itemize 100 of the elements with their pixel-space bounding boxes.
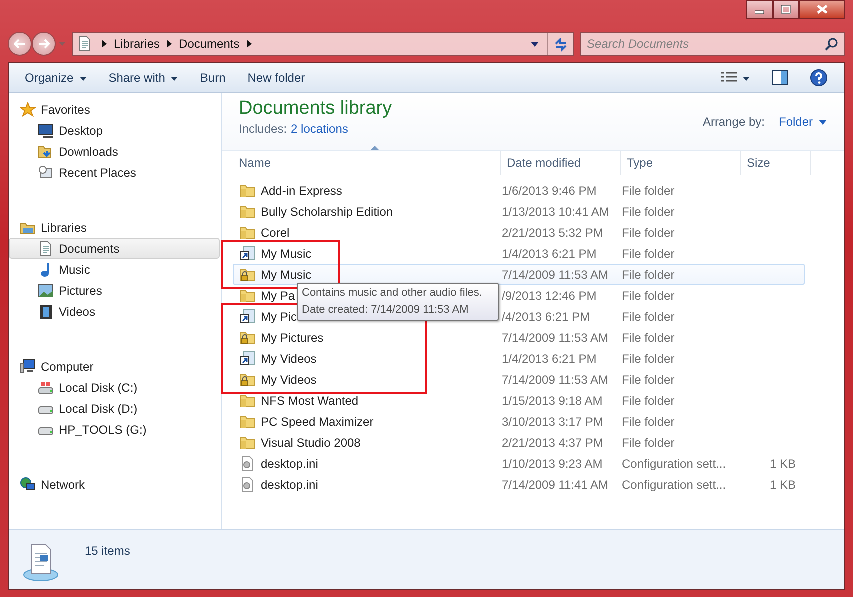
date-cell: 2/21/2013 4:37 PM <box>502 436 604 450</box>
column-header[interactable]: Size <box>741 151 811 175</box>
minimize-button[interactable] <box>746 0 773 19</box>
file-name[interactable]: Corel <box>261 224 290 242</box>
library-title: Documents library <box>239 98 392 120</box>
type-cell: File folder <box>622 226 675 240</box>
file-name[interactable]: Visual Studio 2008 <box>261 434 361 452</box>
locked-folder-icon <box>240 372 256 388</box>
breadcrumb-arrow-icon[interactable] <box>246 40 252 48</box>
nav-item[interactable]: Documents <box>9 238 220 259</box>
forward-button[interactable] <box>32 32 56 56</box>
item-count: 15 items <box>85 543 130 560</box>
settings-file-icon <box>240 476 256 492</box>
nav-section-header[interactable]: Libraries <box>9 217 220 238</box>
type-cell: Configuration sett... <box>622 456 726 470</box>
file-name[interactable]: PC Speed Maximizer <box>261 412 374 430</box>
picture-icon <box>38 282 54 298</box>
folder-icon <box>240 224 256 240</box>
file-name[interactable]: My Pic <box>261 308 297 326</box>
back-arrow-icon <box>14 39 26 49</box>
close-button[interactable] <box>799 0 845 19</box>
menu-button[interactable]: Organize <box>17 66 95 90</box>
includes-label: Includes: <box>239 122 288 136</box>
date-cell: 1/10/2013 9:23 AM <box>502 456 603 470</box>
type-cell: File folder <box>622 268 675 282</box>
locations-link[interactable]: 2 locations <box>291 122 348 136</box>
nav-item[interactable]: Pictures <box>9 280 220 301</box>
file-name[interactable]: My Music <box>261 244 312 262</box>
nav-item[interactable]: Local Disk (C:) <box>9 377 220 398</box>
selected-row[interactable]: My Music 7/14/2009 11:53 AM File folder <box>233 264 805 285</box>
document-library-icon <box>23 542 59 582</box>
nav-section-header[interactable]: Network <box>9 474 220 495</box>
details-view-icon <box>721 72 737 84</box>
date-cell: 7/14/2009 11:53 AM <box>502 330 609 344</box>
help-icon <box>810 68 828 86</box>
type-cell: Configuration sett... <box>622 478 726 492</box>
date-cell: 3/10/2013 3:17 PM <box>502 414 604 428</box>
maximize-button[interactable] <box>773 0 799 19</box>
column-header[interactable]: Type <box>621 151 741 175</box>
date-cell: 1/15/2013 9:18 AM <box>502 394 603 408</box>
file-name[interactable]: My Pictures <box>261 328 324 346</box>
folder-icon <box>240 204 256 220</box>
type-cell: File folder <box>622 204 675 218</box>
search-field[interactable]: Search Documents <box>580 32 845 56</box>
date-cell: 7/14/2009 11:41 AM <box>502 478 609 492</box>
breadcrumb[interactable]: Libraries <box>110 35 164 53</box>
breadcrumb-arrow-icon[interactable] <box>102 40 107 48</box>
type-cell: File folder <box>622 184 675 198</box>
toolbar-button[interactable]: Burn <box>192 66 234 90</box>
date-cell: 1/4/2013 6:21 PM <box>502 352 597 366</box>
nav-item[interactable]: Recent Places <box>9 162 220 183</box>
file-name[interactable]: Bully Scholarship Edition <box>261 202 394 220</box>
date-cell: /9/2013 12:46 PM <box>502 288 597 302</box>
search-icon <box>825 38 838 51</box>
address-bar[interactable]: Libraries Documents <box>72 32 574 56</box>
column-header[interactable]: Name <box>233 151 501 175</box>
file-name[interactable]: My Music <box>261 266 312 284</box>
nav-item[interactable]: Videos <box>9 301 220 322</box>
refresh-icon <box>554 38 568 52</box>
nav-section-header[interactable]: Computer <box>9 356 220 377</box>
arrange-dropdown[interactable]: Folder <box>778 113 827 131</box>
date-cell: 1/6/2013 9:46 PM <box>502 184 597 198</box>
download-folder-icon <box>38 144 54 160</box>
shortcut-icon <box>240 350 256 366</box>
nav-item[interactable]: Local Disk (D:) <box>9 398 220 419</box>
preview-pane-icon <box>772 70 788 85</box>
menu-button[interactable]: Share with <box>100 66 186 90</box>
type-cell: File folder <box>622 372 675 386</box>
close-icon <box>816 5 828 14</box>
file-name[interactable]: desktop.ini <box>261 454 318 472</box>
type-cell: File folder <box>622 246 675 260</box>
forward-arrow-icon <box>38 39 50 49</box>
file-name[interactable]: NFS Most Wanted <box>261 392 359 410</box>
file-name[interactable]: Add-in Express <box>261 182 342 200</box>
sort-arrow-icon <box>371 146 379 150</box>
locked-folder-icon <box>240 266 256 282</box>
file-name[interactable]: My Videos <box>261 370 317 388</box>
nav-item[interactable]: Desktop <box>9 120 220 141</box>
back-button[interactable] <box>8 32 32 56</box>
file-name[interactable]: desktop.ini <box>261 476 318 494</box>
nav-section-header[interactable]: Favorites <box>9 99 220 120</box>
maximize-icon <box>781 5 791 14</box>
date-cell: 1/4/2013 6:21 PM <box>502 246 597 260</box>
file-name[interactable]: My Pa <box>261 286 296 304</box>
arrange-label: Arrange by: <box>702 114 765 131</box>
breadcrumb[interactable]: Documents <box>175 35 244 53</box>
file-name[interactable]: My Videos <box>261 350 317 368</box>
breadcrumb-arrow-icon[interactable] <box>167 40 172 48</box>
locked-folder-icon <box>240 330 256 346</box>
type-cell: File folder <box>622 330 675 344</box>
caret-icon <box>819 120 827 124</box>
nav-item[interactable]: Downloads <box>9 141 220 162</box>
column-header[interactable]: Date modified <box>501 151 621 175</box>
toolbar-button[interactable]: New folder <box>240 66 314 90</box>
drive-icon <box>38 380 54 396</box>
size-cell: 1 KB <box>770 456 796 470</box>
date-cell: 7/14/2009 11:53 AM <box>502 372 609 386</box>
nav-item[interactable]: HP_TOOLS (G:) <box>9 419 220 440</box>
dropdown-caret-icon[interactable] <box>531 42 539 46</box>
nav-item[interactable]: Music <box>9 259 220 280</box>
